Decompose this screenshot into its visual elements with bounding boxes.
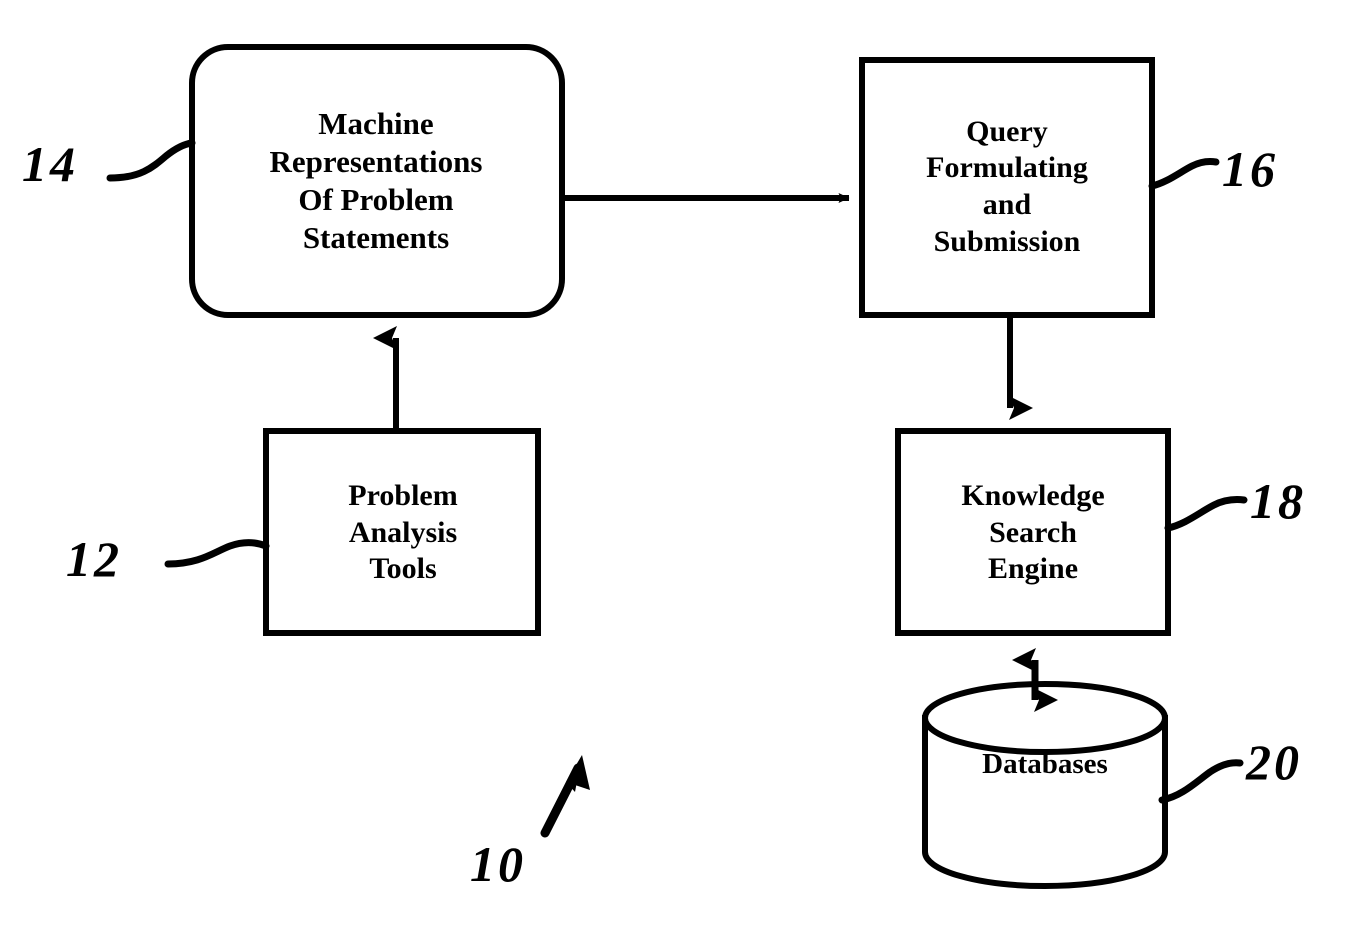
box-machine-representations — [189, 44, 565, 318]
leader-line-12 — [164, 539, 270, 568]
leader-line-18 — [1164, 496, 1248, 532]
box-query-formulating — [859, 57, 1155, 318]
leader-line-14 — [106, 139, 196, 182]
leader-line-20 — [1158, 759, 1244, 804]
cylinder-databases — [922, 681, 1168, 889]
box-problem-analysis — [263, 428, 541, 636]
patent-figure: Machine Representations Of Problem State… — [0, 0, 1359, 941]
box-knowledge-search — [895, 428, 1171, 636]
leader-arrow-10 — [540, 755, 590, 838]
diagram-canvas — [106, 44, 1248, 889]
leader-line-16 — [1148, 158, 1220, 190]
